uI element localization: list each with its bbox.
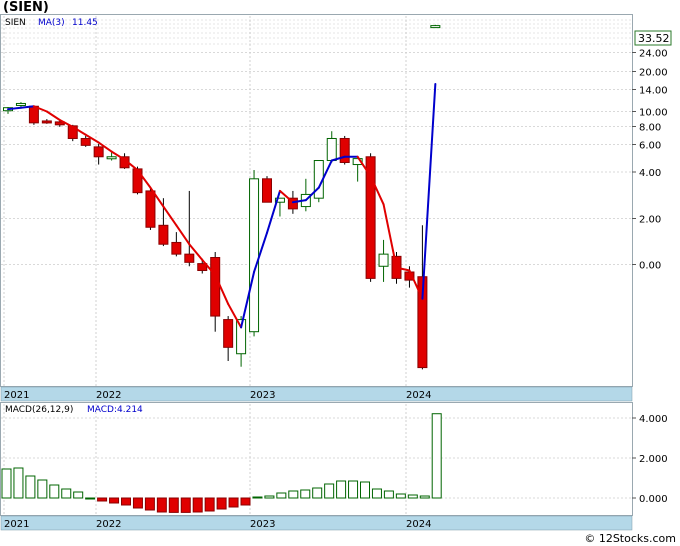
macd-x-tick-label: 2023 (250, 519, 275, 530)
stock-chart: 24.00 20.00 14.00 10.00 8.00 6.00 4.00 2.00 0.00… (0, 14, 672, 531)
candle-body-down (80, 137, 91, 146)
macd-bar-negative (180, 497, 191, 513)
macd-bar-positive (85, 497, 96, 500)
macd-bar-positive (300, 489, 311, 499)
macd-bar-positive (371, 488, 382, 499)
price-tick-label: 24.00 (639, 49, 668, 60)
macd-bar-negative (109, 497, 120, 504)
macd-bar-negative (228, 497, 239, 508)
macd-bar-negative (168, 497, 179, 513)
macd-bar-positive (395, 493, 406, 499)
price-tick-label: 6.00 (639, 141, 661, 152)
candle (430, 24, 441, 29)
candle-body-down (171, 241, 182, 255)
macd-bar-positive (61, 488, 72, 499)
candle-body-up (378, 253, 389, 267)
candle (262, 176, 272, 203)
macd-bar-negative (97, 497, 108, 502)
price-panel-frame (0, 14, 633, 387)
candle-body-down (339, 137, 350, 163)
macd-bar-negative (132, 497, 143, 509)
price-tick-label: 10.00 (639, 108, 668, 119)
price-tick-label: 4.00 (639, 168, 661, 179)
macd-bar-negative (156, 497, 167, 513)
macd-bar-negative (204, 497, 215, 512)
price-y-ticks: 24.00 20.00 14.00 10.00 8.00 6.00 4.00 2.00 0.00 (632, 49, 668, 272)
candle-body-down (223, 319, 234, 348)
macd-bar-negative (240, 497, 251, 506)
price-legend-ma-label: MA(3) (38, 18, 65, 28)
macd-bar-positive (383, 490, 394, 499)
macd-x-tick-label: 2022 (96, 519, 121, 530)
price-tick-label: 8.00 (639, 123, 661, 134)
candle-body-down (158, 224, 169, 245)
candle-body-up (15, 102, 26, 106)
candle-body-down (41, 120, 52, 124)
candle-body-down (145, 190, 156, 228)
candle-body-down (184, 253, 195, 263)
macd-bar-positive (288, 490, 299, 499)
copyright-footer: © 12Stocks.com (584, 532, 676, 545)
candle (339, 135, 350, 165)
price-x-tick-label: 2023 (250, 390, 275, 401)
price-tick-label: 14.00 (639, 86, 668, 97)
candle-body-up (249, 178, 260, 333)
macd-legend-value: MACD:4.214 (87, 405, 143, 415)
macd-bar-positive (49, 484, 60, 499)
macd-bar-negative (192, 497, 203, 513)
price-x-tick-label: 2021 (4, 390, 29, 401)
macd-bar-positive (360, 481, 370, 499)
macd-bar-negative (121, 497, 131, 506)
price-tick-label: 2.00 (639, 215, 661, 226)
candle-body-up (430, 25, 441, 29)
macd-bar-positive (419, 495, 430, 499)
macd-bar-positive (348, 480, 359, 499)
macd-tick-label: 4.000 (639, 414, 668, 425)
macd-bar-negative (216, 497, 227, 510)
macd-bar-positive (336, 480, 347, 499)
macd-bar-positive (407, 494, 418, 499)
macd-x-tick-label: 2021 (4, 519, 29, 530)
macd-legend-label: MACD(26,12,9) (5, 405, 73, 415)
macd-tick-label: 0.000 (639, 494, 668, 505)
macd-bar-negative (144, 497, 155, 511)
candle-body-down (210, 257, 221, 317)
price-x-tick-label: 2022 (96, 390, 121, 401)
candle-body-down (132, 168, 143, 194)
price-tick-label: 0.00 (639, 261, 661, 272)
macd-bar-positive (324, 483, 335, 499)
macd-bar-positive (25, 475, 36, 499)
candle-body-down (262, 178, 272, 203)
macd-bar-positive (73, 491, 84, 499)
macd-tick-label: 2.000 (639, 454, 668, 465)
macd-bar-positive (252, 496, 263, 499)
price-legend-ma-value: 11.45 (72, 18, 98, 28)
macd-bar-positive (431, 413, 442, 499)
candle (249, 170, 260, 337)
macd-bar-positive (276, 492, 287, 499)
price-legend-symbol: SIEN (5, 18, 26, 28)
macd-bar-positive (312, 487, 323, 499)
macd-bar-positive (1, 468, 12, 499)
macd-bar-positive (264, 495, 275, 499)
candle-body-down (93, 146, 104, 158)
price-x-tick-label: 2024 (406, 390, 431, 401)
macd-bar-positive (37, 479, 48, 499)
macd-bar-positive (13, 467, 24, 499)
candle-body-up (326, 137, 337, 162)
candle-body-up (106, 156, 117, 160)
macd-panel-frame (0, 402, 633, 516)
last-price-badge: 33.52 (638, 32, 670, 45)
macd-y-ticks: 4.000 2.000 0.000 (632, 414, 668, 505)
macd-x-tick-label: 2024 (406, 519, 431, 530)
price-tick-label: 20.00 (639, 68, 668, 79)
candle-body-down (28, 105, 39, 124)
